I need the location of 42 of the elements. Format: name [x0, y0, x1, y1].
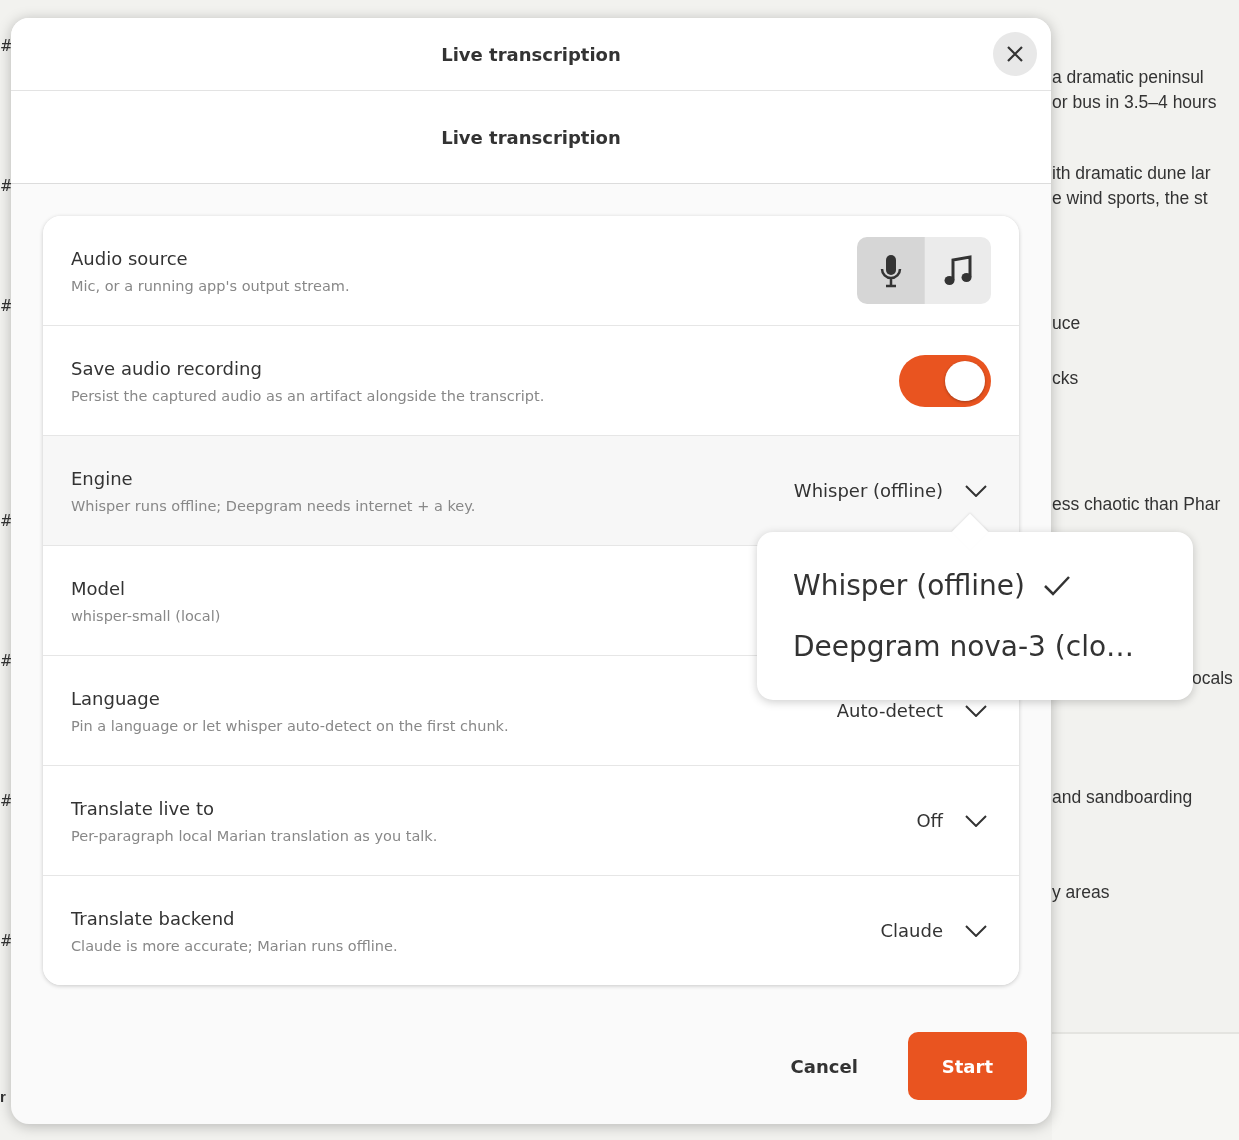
row-label: Translate live to [71, 797, 214, 819]
row-hint: Claude is more accurate; Marian runs offline. [71, 937, 398, 954]
row-hint: Mic, or a running app's output stream. [71, 277, 350, 294]
row-hint: Per-paragraph local Marian translation as you talk. [71, 827, 438, 844]
background-text: ess chaotic than Phar [1052, 493, 1221, 515]
dropdown[interactable]: Whisper (offline) [789, 480, 991, 501]
row-label: Save audio recording [71, 357, 262, 379]
row-label: Engine [71, 467, 133, 489]
menu-item[interactable]: Deepgram nova-3 (clo… [793, 630, 1181, 663]
row-label: Model [71, 577, 126, 599]
row-hint: whisper-small (local) [71, 607, 221, 624]
background-text: e wind sports, the st [1052, 187, 1208, 209]
dialog-title: Live transcription [441, 43, 621, 65]
background-text: ocals [1192, 667, 1233, 689]
dropdown[interactable]: Off [912, 810, 991, 831]
dropdown[interactable]: Claude [876, 920, 991, 941]
row-hint: Whisper runs offline; Deepgram needs internet + a key. [71, 497, 476, 514]
cancel-button[interactable]: Cancel [790, 1032, 858, 1100]
background-text: or bus in 3.5–4 hours [1052, 91, 1217, 113]
section-title: Live transcription [441, 126, 621, 148]
row-hint: Persist the captured audio as an artifact alongside the transcript. [71, 387, 545, 404]
background-text: uce [1052, 312, 1081, 334]
background-text: # [0, 296, 12, 317]
background-text: # [0, 511, 12, 532]
menu-item[interactable]: Whisper (offline) [793, 569, 1071, 602]
background-text: a dramatic peninsul [1052, 66, 1204, 88]
start-button[interactable]: Start [907, 1032, 1027, 1100]
row-hint: Pin a language or let whisper auto-detect on the first chunk. [71, 717, 509, 734]
dropdown[interactable]: Auto-detect [832, 700, 991, 721]
background-text: # [0, 651, 12, 672]
background-text: and sandboarding [1052, 786, 1193, 808]
background-text: r [0, 1088, 6, 1105]
background-text: # [0, 791, 12, 812]
background-text: # [0, 36, 12, 57]
row-label: Audio source [71, 247, 188, 269]
background-text: # [0, 176, 12, 197]
background-text: # [0, 931, 12, 952]
row-label: Translate backend [71, 907, 235, 929]
row-label: Language [71, 687, 160, 709]
background-text: cks [1052, 367, 1079, 389]
background-text: y areas [1052, 881, 1110, 903]
background-text: ith dramatic dune lar [1052, 162, 1211, 184]
